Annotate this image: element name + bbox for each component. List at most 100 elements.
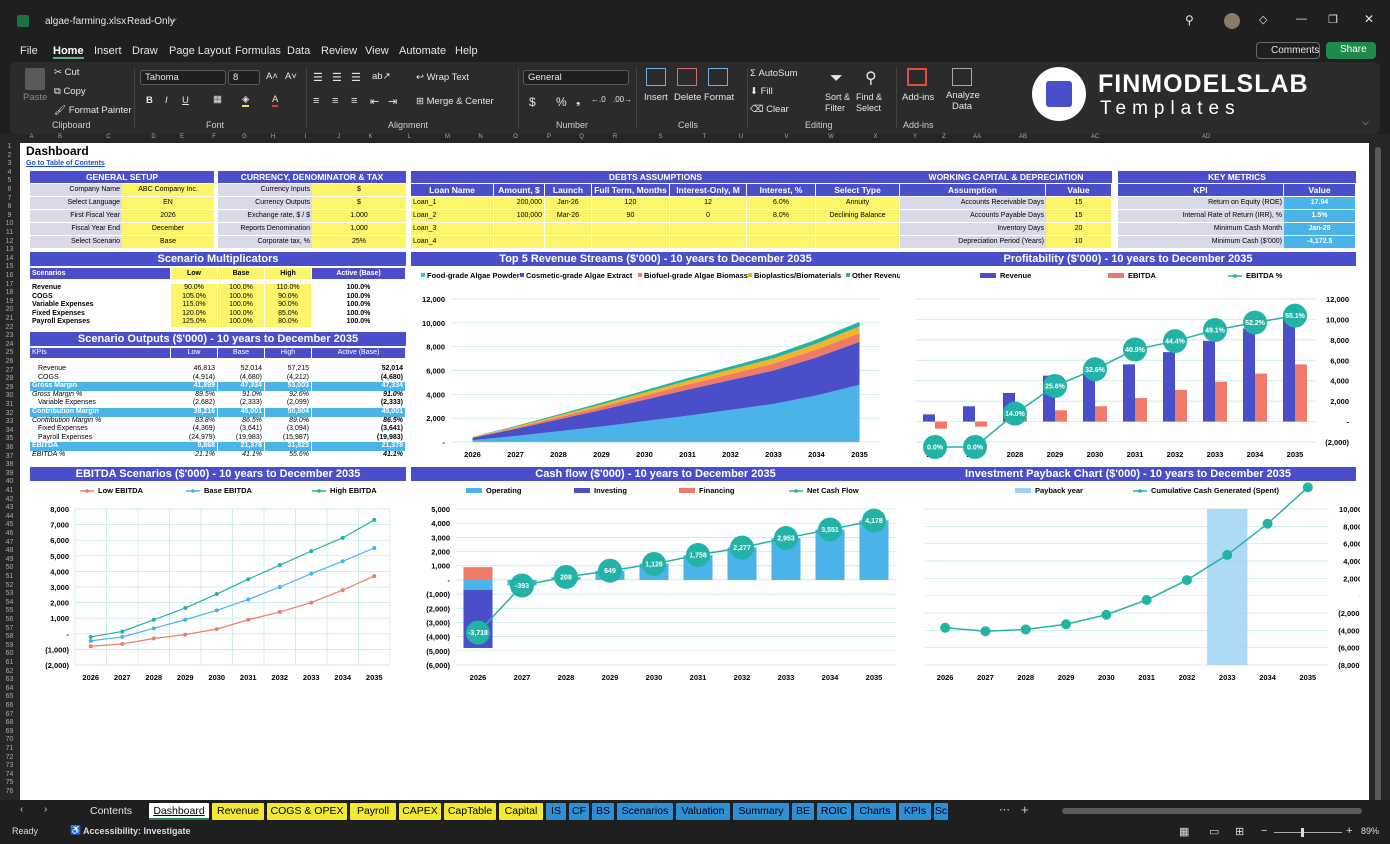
share-button[interactable]: Share (1326, 42, 1376, 59)
borders-icon[interactable]: ▦ (213, 94, 222, 105)
row-number[interactable]: 25 (0, 349, 19, 356)
row-number[interactable]: 54 (0, 599, 19, 606)
percent-icon[interactable]: % (556, 95, 567, 109)
sheet-tab-bs[interactable]: BS (592, 803, 614, 820)
sheet-tab-valuation[interactable]: Valuation (676, 803, 730, 820)
row-number[interactable]: 65 (0, 693, 19, 700)
normal-view-icon[interactable]: ▦ (1179, 825, 1189, 838)
row-number[interactable]: 21 (0, 315, 19, 322)
debts-cell[interactable] (545, 223, 591, 235)
debts-cell[interactable]: 12 (670, 197, 746, 209)
menu-help[interactable]: Help (455, 45, 478, 57)
decrease-indent-icon[interactable]: ⇤ (370, 95, 379, 108)
increase-indent-icon[interactable]: ⇥ (388, 95, 397, 108)
row-number[interactable]: 58 (0, 633, 19, 640)
search-icon[interactable]: ⚲ (1185, 13, 1194, 27)
column-header[interactable]: S (653, 134, 669, 140)
column-header[interactable]: K (363, 134, 379, 140)
row-number[interactable]: 17 (0, 281, 19, 288)
scenario-mult-cell[interactable]: 90.0% (265, 292, 311, 302)
sheet-tab-be[interactable]: BE (792, 803, 814, 820)
row-number[interactable]: 12 (0, 238, 19, 245)
row-number[interactable]: 23 (0, 332, 19, 339)
column-header[interactable]: AA (969, 134, 985, 140)
row-number[interactable]: 70 (0, 736, 19, 743)
scenario-mult-cell[interactable]: 100.0% (218, 292, 264, 302)
align-center-icon[interactable]: ≡ (332, 95, 338, 107)
row-number[interactable]: 16 (0, 272, 19, 279)
sheet-tab-roic[interactable]: ROIC (817, 803, 851, 820)
number-format-select[interactable]: General (523, 70, 629, 85)
prev-sheet-icon[interactable]: ‹ (20, 804, 23, 815)
scenario-mult-cell[interactable]: 115.0% (171, 301, 217, 310)
row-number[interactable]: 9 (0, 212, 19, 219)
menu-home[interactable]: Home (53, 45, 84, 59)
wrap-text-button[interactable]: ↩ Wrap Text (416, 72, 469, 83)
find-select-button[interactable]: Find & Select (856, 92, 888, 114)
row-number[interactable]: 39 (0, 470, 19, 477)
row-number[interactable]: 76 (0, 788, 19, 795)
sheet-tab-kpis[interactable]: KPIs (899, 803, 931, 820)
restore-icon[interactable]: ❐ (1328, 13, 1338, 26)
insert-cells-icon[interactable] (646, 68, 666, 86)
column-header[interactable]: V (779, 134, 795, 140)
menu-page-layout[interactable]: Page Layout (169, 45, 231, 57)
cut-button[interactable]: ✂ Cut (54, 67, 79, 78)
toc-link[interactable]: Go to Table of Contents (26, 160, 105, 167)
find-icon[interactable]: ⚲ (865, 68, 877, 88)
read-only-label[interactable]: Read-Only (127, 16, 175, 27)
row-number[interactable]: 20 (0, 306, 19, 313)
row-number[interactable]: 13 (0, 246, 19, 253)
add-ins-icon[interactable] (907, 68, 927, 86)
row-number[interactable]: 49 (0, 556, 19, 563)
row-number[interactable]: 36 (0, 444, 19, 451)
column-header[interactable]: A (24, 134, 40, 140)
debts-cell[interactable] (670, 236, 746, 248)
align-middle-icon[interactable]: ☰ (332, 71, 342, 84)
worksheet[interactable]: Dashboard Go to Table of Contents GENERA… (20, 143, 1369, 800)
sheet-tab-revenue[interactable]: Revenue (212, 803, 264, 820)
currency-value[interactable]: 25% (312, 236, 406, 248)
debts-cell[interactable] (670, 223, 746, 235)
row-number[interactable]: 30 (0, 392, 19, 399)
row-number[interactable]: 60 (0, 650, 19, 657)
row-number[interactable]: 72 (0, 754, 19, 761)
sheet-tab-dashboard[interactable]: Dashboard (149, 803, 209, 820)
scroll-thumb[interactable] (1375, 147, 1381, 807)
collapse-ribbon-icon[interactable]: ⌵ (1362, 117, 1369, 128)
general-setup-value[interactable]: EN (122, 197, 214, 209)
row-number[interactable]: 34 (0, 427, 19, 434)
row-number[interactable]: 38 (0, 461, 19, 468)
debts-cell[interactable]: Annuity (816, 197, 899, 209)
row-number[interactable]: 1 (0, 143, 19, 150)
row-number[interactable]: 3 (0, 160, 19, 167)
row-number[interactable]: 2 (0, 152, 19, 159)
row-number[interactable]: 7 (0, 195, 19, 202)
row-number[interactable]: 67 (0, 711, 19, 718)
row-number[interactable]: 37 (0, 453, 19, 460)
menu-automate[interactable]: Automate (399, 45, 446, 57)
autosum-button[interactable]: Σ AutoSum (750, 68, 798, 79)
sheet-tab-capital[interactable]: Capital (499, 803, 543, 820)
menu-draw[interactable]: Draw (132, 45, 158, 57)
row-number[interactable]: 10 (0, 220, 19, 227)
column-header[interactable]: M (440, 134, 456, 140)
scenario-mult-cell[interactable]: 100.0% (218, 284, 264, 293)
menu-review[interactable]: Review (321, 45, 357, 57)
row-number[interactable]: 48 (0, 547, 19, 554)
menu-formulas[interactable]: Formulas (235, 45, 281, 57)
sheet-tab-is[interactable]: IS (546, 803, 566, 820)
row-number[interactable]: 43 (0, 504, 19, 511)
row-number[interactable]: 66 (0, 702, 19, 709)
row-number[interactable]: 68 (0, 719, 19, 726)
row-number[interactable]: 32 (0, 410, 19, 417)
copy-button[interactable]: ⧉ Copy (54, 86, 86, 97)
scenario-mult-cell[interactable]: 100.0% (218, 301, 264, 310)
row-number[interactable]: 42 (0, 496, 19, 503)
decrease-decimal-icon[interactable]: .00→ (613, 95, 632, 104)
debts-cell[interactable] (816, 236, 899, 248)
column-header[interactable]: N (473, 134, 489, 140)
debts-cell[interactable] (545, 236, 591, 248)
row-number[interactable]: 5 (0, 177, 19, 184)
row-number[interactable]: 4 (0, 169, 19, 176)
